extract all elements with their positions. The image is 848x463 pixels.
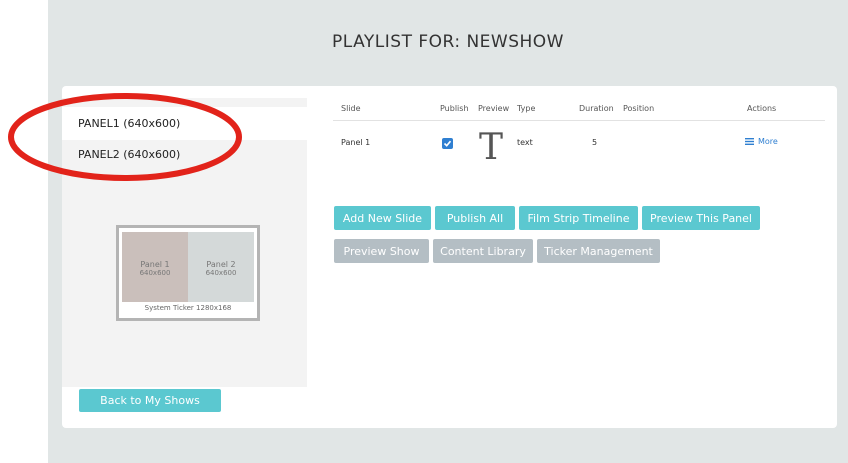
- col-header-slide: Slide: [341, 104, 361, 113]
- layout-panel-1[interactable]: Panel 1 640x600: [122, 232, 188, 302]
- layout-panel-2-name: Panel 2: [206, 260, 236, 269]
- film-strip-timeline-button[interactable]: Film Strip Timeline: [519, 206, 638, 230]
- more-actions-link[interactable]: More: [745, 137, 778, 146]
- add-new-slide-button[interactable]: Add New Slide: [334, 206, 431, 230]
- layout-panel-1-size: 640x600: [139, 269, 171, 277]
- row-type: text: [517, 138, 533, 147]
- menu-lines-icon: [745, 138, 754, 145]
- preview-show-button[interactable]: Preview Show: [334, 239, 429, 263]
- checkbox-checked-icon: [443, 140, 452, 147]
- col-header-position: Position: [623, 104, 655, 113]
- layout-panel-2[interactable]: Panel 2 640x600: [188, 232, 254, 302]
- col-header-actions: Actions: [747, 104, 777, 113]
- publish-checkbox[interactable]: [442, 138, 453, 149]
- more-actions-label: More: [758, 137, 778, 146]
- col-header-duration: Duration: [579, 104, 614, 113]
- text-preview-icon: T: [479, 127, 504, 168]
- page-title: PLAYLIST FOR: NEWSHOW: [332, 32, 564, 52]
- col-header-publish: Publish: [440, 104, 469, 113]
- ticker-management-button[interactable]: Ticker Management: [537, 239, 660, 263]
- col-header-preview: Preview: [478, 104, 510, 113]
- row-slide-name[interactable]: Panel 1: [341, 138, 370, 147]
- col-header-type: Type: [517, 104, 536, 113]
- row-duration: 5: [592, 138, 598, 147]
- content-library-button[interactable]: Content Library: [433, 239, 533, 263]
- annotation-ellipse: [8, 93, 242, 181]
- table-header-divider: [333, 120, 825, 121]
- layout-panel-2-size: 640x600: [205, 269, 237, 277]
- layout-ticker: System Ticker 1280x168: [144, 304, 232, 312]
- layout-panel-1-name: Panel 1: [140, 260, 170, 269]
- preview-this-panel-button[interactable]: Preview This Panel: [642, 206, 760, 230]
- layout-preview: Panel 1 640x600 Panel 2 640x600 System T…: [116, 225, 260, 321]
- publish-all-button[interactable]: Publish All: [435, 206, 515, 230]
- back-to-shows-button[interactable]: Back to My Shows: [79, 389, 221, 412]
